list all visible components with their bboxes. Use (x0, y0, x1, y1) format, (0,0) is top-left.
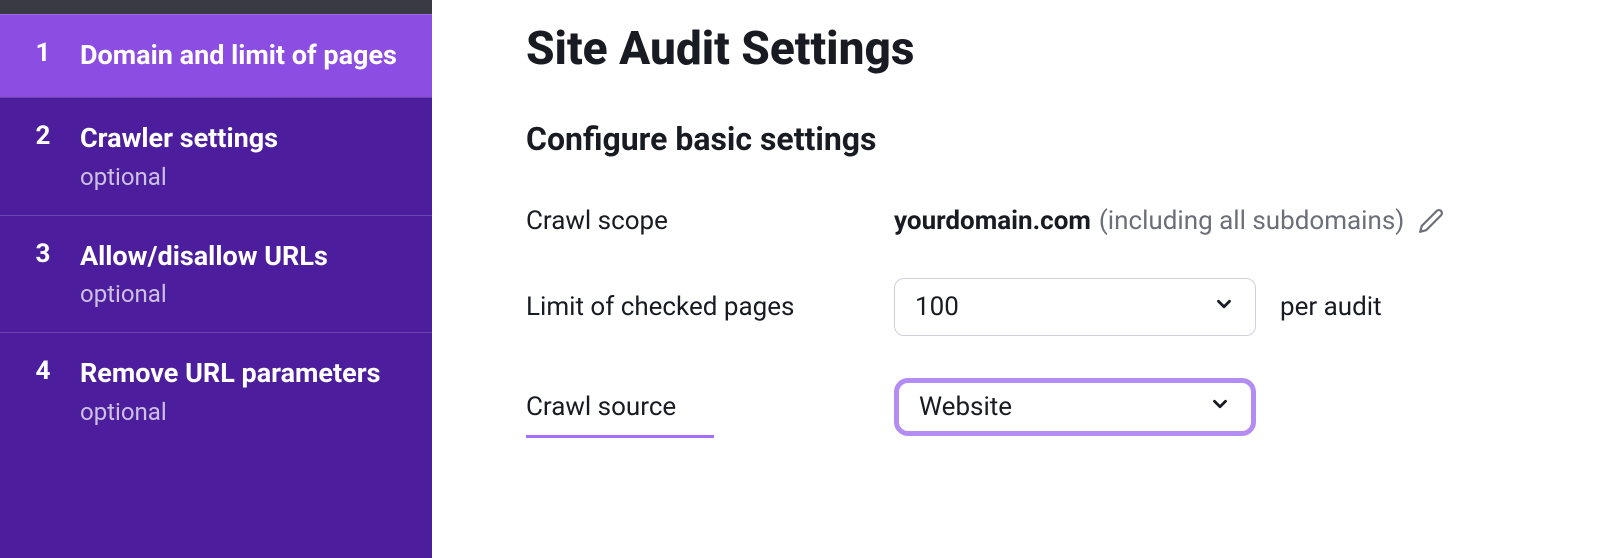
sidebar-item-title: Allow/disallow URLs (80, 238, 328, 274)
sidebar-item-number: 4 (34, 355, 52, 389)
crawl-scope-value: yourdomain.com (including all subdomains… (894, 206, 1444, 236)
sidebar-item-number: 1 (34, 37, 52, 71)
chevron-down-icon (1209, 392, 1231, 422)
crawl-source-value: Website (919, 392, 1012, 422)
main-panel: Site Audit Settings Configure basic sett… (432, 0, 1600, 558)
sidebar-topbar (0, 0, 432, 14)
chevron-down-icon (1213, 292, 1235, 322)
sidebar-item-domain-limit[interactable]: 1 Domain and limit of pages (0, 14, 432, 97)
limit-pages-value: 100 (915, 292, 959, 322)
sidebar-item-subtitle: optional (80, 398, 381, 426)
crawl-scope-hint: (including all subdomains) (1099, 206, 1404, 236)
sidebar-item-number: 2 (34, 120, 52, 154)
limit-pages-suffix: per audit (1280, 292, 1382, 322)
sidebar-item-title: Crawler settings (80, 120, 278, 156)
settings-sidebar: 1 Domain and limit of pages 2 Crawler se… (0, 0, 432, 558)
edit-icon[interactable] (1418, 208, 1444, 234)
sidebar-item-subtitle: optional (80, 163, 278, 191)
crawl-scope-label: Crawl scope (526, 206, 870, 236)
sidebar-item-title: Remove URL parameters (80, 355, 381, 391)
section-title: Configure basic settings (526, 120, 1544, 158)
crawl-scope-domain: yourdomain.com (894, 206, 1091, 236)
sidebar-item-subtitle: optional (80, 280, 328, 308)
limit-pages-row: Limit of checked pages 100 per audit (526, 278, 1544, 336)
limit-pages-label: Limit of checked pages (526, 292, 870, 322)
limit-pages-select[interactable]: 100 (894, 278, 1256, 336)
sidebar-item-remove-url-params[interactable]: 4 Remove URL parameters optional (0, 332, 432, 449)
sidebar-item-crawler-settings[interactable]: 2 Crawler settings optional (0, 97, 432, 214)
crawl-source-select[interactable]: Website (894, 378, 1256, 436)
sidebar-item-number: 3 (34, 238, 52, 272)
sidebar-item-title: Domain and limit of pages (80, 37, 397, 73)
crawl-scope-row: Crawl scope yourdomain.com (including al… (526, 206, 1544, 236)
crawl-source-label: Crawl source (526, 392, 870, 422)
page-title: Site Audit Settings (526, 22, 1544, 76)
crawl-source-row: Crawl source Website (526, 378, 1544, 436)
sidebar-item-allow-disallow[interactable]: 3 Allow/disallow URLs optional (0, 215, 432, 332)
